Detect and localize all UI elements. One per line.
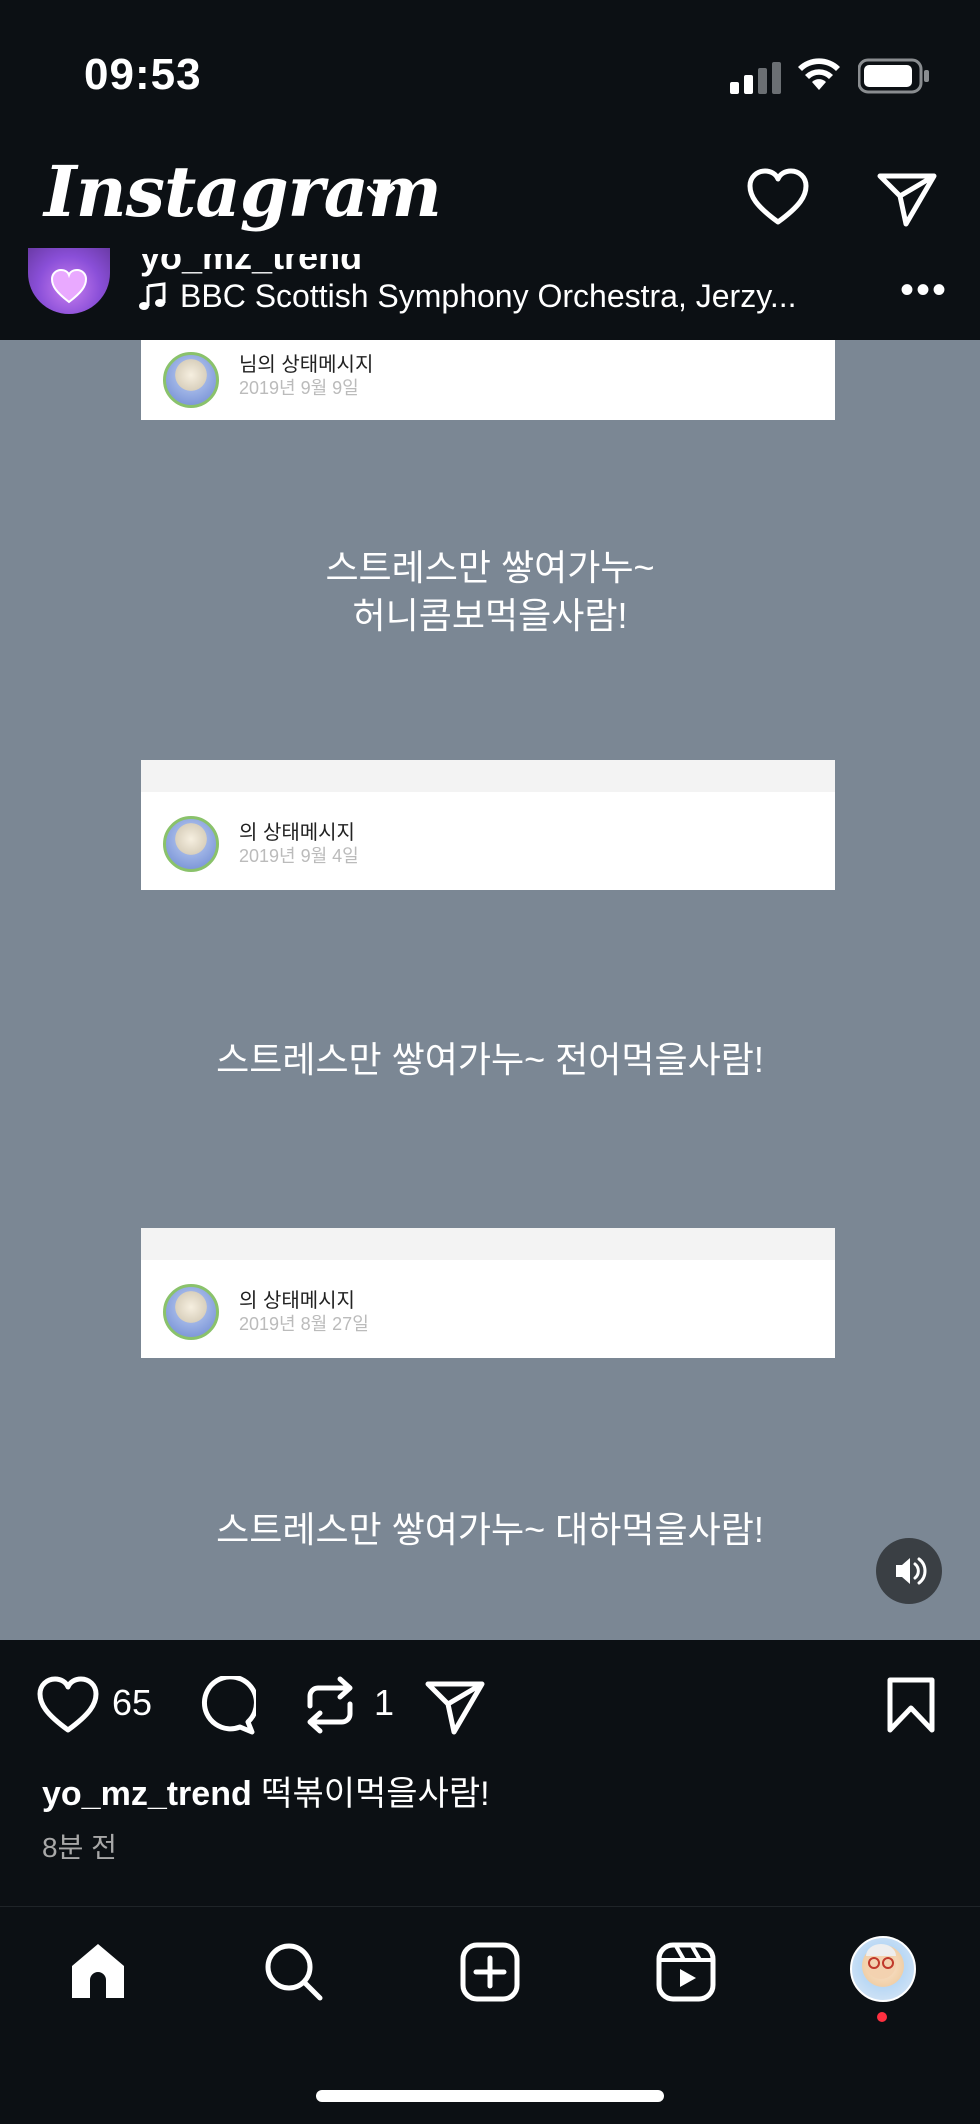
post-timestamp: 8분 전 [42,1832,117,1863]
status-card: 님의 상태메시지 2019년 9월 9일 [141,340,835,420]
overlay-text: 허니콤보먹을사람! [352,595,628,636]
music-note-icon [138,282,168,317]
create-post-icon[interactable] [458,1940,522,2009]
post-music-label[interactable]: BBC Scottish Symphony Orchestra, Jerzy..… [180,278,797,315]
card-avatar [163,1284,219,1340]
card-title: 의 상태메시지 [239,1290,355,1312]
signal-icon [730,62,782,99]
overlay-text: 스트레스만 쌓여가누~ [325,547,655,588]
status-card: 의 상태메시지 2019년 8월 27일 [141,1228,835,1358]
heart-icon[interactable] [746,168,810,231]
search-icon[interactable] [262,1940,326,2009]
repost-count[interactable]: 1 [374,1682,394,1724]
post-username[interactable]: yo_mz_trend [140,254,362,278]
post-media[interactable]: 님의 상태메시지 2019년 9월 9일 스트레스만 쌓여가누~ 허니콤보먹을사… [0,340,980,1640]
wifi-icon [796,56,842,97]
sound-toggle-button[interactable] [876,1538,942,1604]
caption-username[interactable]: yo_mz_trend [42,1775,252,1813]
card-strip [141,1228,835,1260]
post-caption: yo_mz_trend 떡볶이먹을사람! [42,1766,490,1815]
card-avatar [163,816,219,872]
status-card: 의 상태메시지 2019년 9월 4일 [141,760,835,890]
chevron-down-icon[interactable] [366,184,396,209]
send-icon[interactable] [876,170,938,233]
card-title: 의 상태메시지 [239,822,355,844]
like-count[interactable]: 65 [112,1682,152,1724]
home-indicator[interactable] [316,2090,664,2102]
home-icon[interactable] [66,1940,130,2009]
overlay-text: 스트레스만 쌓여가누~ 전어먹을사람! [216,1039,764,1080]
repost-icon[interactable] [302,1674,358,1741]
card-title: 님의 상태메시지 [239,354,374,376]
notification-dot [877,2012,887,2022]
comment-icon[interactable] [196,1674,259,1741]
card-strip [141,760,835,792]
overlay-text: 스트레스만 쌓여가누~ 대하먹을사람! [216,1509,764,1550]
more-options-icon[interactable]: ••• [900,268,948,313]
card-date: 2019년 9월 4일 [239,846,359,866]
share-send-icon[interactable] [424,1678,486,1741]
status-time: 09:53 [84,50,202,99]
profile-avatar[interactable] [850,1936,916,2002]
card-avatar [163,352,219,408]
card-date: 2019년 8월 27일 [239,1314,369,1334]
reels-icon[interactable] [654,1940,718,2009]
battery-icon [857,58,930,99]
card-date: 2019년 9월 9일 [239,378,359,398]
bookmark-icon[interactable] [886,1676,936,1739]
caption-text: 떡볶이먹을사람! [261,1775,490,1813]
like-heart-icon[interactable] [36,1676,100,1739]
